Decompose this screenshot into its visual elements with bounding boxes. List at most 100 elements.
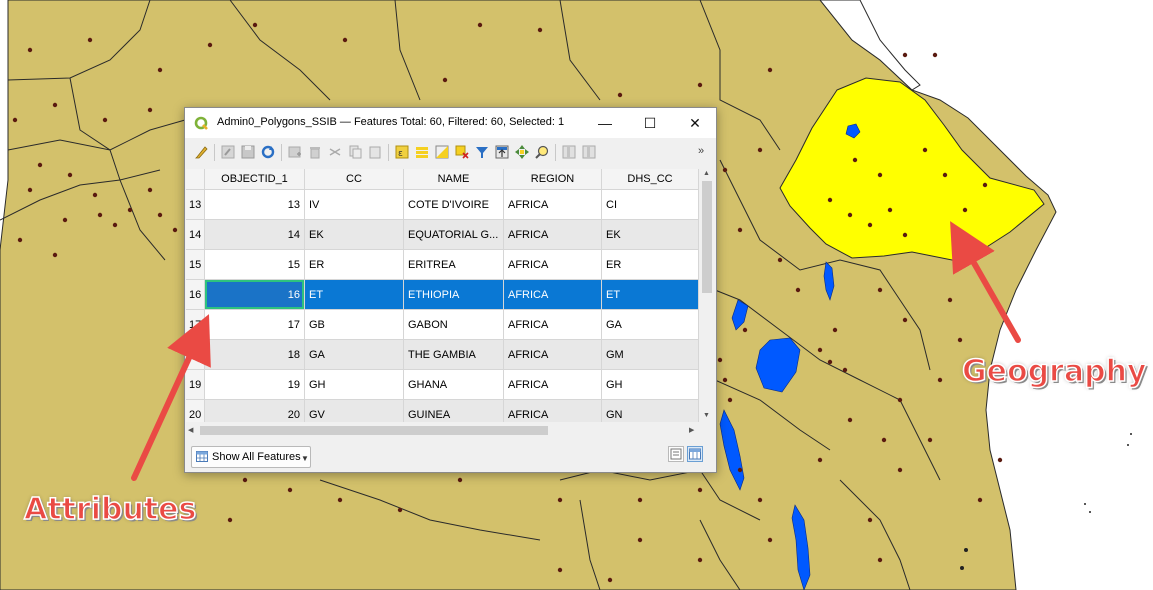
cell-region[interactable]: AFRICA [504, 310, 602, 340]
cell-cc[interactable]: GA [305, 340, 404, 370]
cell-region[interactable]: AFRICA [504, 220, 602, 250]
expression-select-icon[interactable]: ε [395, 145, 409, 159]
row-number[interactable]: 16 [186, 280, 205, 310]
delete-feature-icon[interactable] [308, 145, 322, 159]
row-number[interactable]: 17 [186, 310, 205, 340]
row-number[interactable]: 19 [186, 370, 205, 400]
cell-region[interactable]: AFRICA [504, 190, 602, 220]
column-header-cc[interactable]: CC [305, 169, 404, 190]
table-view-button[interactable] [687, 446, 703, 462]
point-feature [947, 297, 953, 303]
column-header-dhs-cc[interactable]: DHS_CC [602, 169, 699, 190]
cell-objectid[interactable]: 18 [205, 340, 305, 370]
table-row[interactable]: 13 13 IV COTE D'IVOIRE AFRICA CI [186, 190, 699, 220]
cell-objectid[interactable]: 16 [205, 280, 305, 310]
cell-name[interactable]: THE GAMBIA [404, 340, 504, 370]
column-header-name[interactable]: NAME [404, 169, 504, 190]
maximize-button[interactable]: ☐ [630, 110, 670, 136]
attribute-table-window[interactable]: Admin0_Polygons_SSIB — Features Total: 6… [184, 107, 717, 473]
cell-cc[interactable]: EK [305, 220, 404, 250]
cell-objectid[interactable]: 13 [205, 190, 305, 220]
horizontal-scroll-thumb[interactable] [200, 426, 548, 435]
row-number[interactable]: 20 [186, 400, 205, 422]
cell-objectid[interactable]: 14 [205, 220, 305, 250]
toggle-editing-icon[interactable] [194, 145, 208, 159]
row-number[interactable]: 14 [186, 220, 205, 250]
save-edits-icon[interactable] [241, 145, 255, 159]
cell-name[interactable]: COTE D'IVOIRE [404, 190, 504, 220]
table-row[interactable]: 18 18 GA THE GAMBIA AFRICA GM [186, 340, 699, 370]
horizontal-scrollbar[interactable]: ◀ ▶ [186, 424, 699, 437]
cell-cc[interactable]: IV [305, 190, 404, 220]
cell-name[interactable]: ERITREA [404, 250, 504, 280]
form-view-button[interactable] [668, 446, 684, 462]
toolbar-overflow-button[interactable]: » [698, 145, 704, 157]
filter-icon[interactable] [475, 145, 489, 159]
paste-icon[interactable] [368, 145, 382, 159]
cell-objectid[interactable]: 15 [205, 250, 305, 280]
title-bar[interactable]: Admin0_Polygons_SSIB — Features Total: 6… [185, 108, 716, 138]
cell-dhs-cc[interactable]: CI [602, 190, 699, 220]
table-row[interactable]: 20 20 GV GUINEA AFRICA GN [186, 400, 699, 422]
cell-cc[interactable]: ER [305, 250, 404, 280]
move-selection-top-icon[interactable] [495, 145, 509, 159]
cell-dhs-cc[interactable]: GN [602, 400, 699, 422]
cell-region[interactable]: AFRICA [504, 340, 602, 370]
minimize-button[interactable]: — [585, 110, 625, 136]
cell-dhs-cc[interactable]: GM [602, 340, 699, 370]
scroll-right-icon[interactable]: ▶ [689, 426, 694, 434]
cell-objectid[interactable]: 19 [205, 370, 305, 400]
cell-region[interactable]: AFRICA [504, 370, 602, 400]
cell-objectid[interactable]: 20 [205, 400, 305, 422]
table-row[interactable]: 19 19 GH GHANA AFRICA GH [186, 370, 699, 400]
row-number[interactable]: 13 [186, 190, 205, 220]
cell-region[interactable]: AFRICA [504, 280, 602, 310]
cell-name[interactable]: GHANA [404, 370, 504, 400]
table-row[interactable]: 15 15 ER ERITREA AFRICA ER [186, 250, 699, 280]
cell-cc[interactable]: GH [305, 370, 404, 400]
reload-icon[interactable] [261, 145, 275, 159]
table-row-selected[interactable]: 16 16 ET ETHIOPIA AFRICA ET [186, 280, 699, 310]
column-header-objectid[interactable]: OBJECTID_1 [205, 169, 305, 190]
zoom-to-selection-icon[interactable] [535, 145, 549, 159]
cell-name[interactable]: GABON [404, 310, 504, 340]
table-row[interactable]: 14 14 EK EQUATORIAL G... AFRICA EK [186, 220, 699, 250]
cell-region[interactable]: AFRICA [504, 250, 602, 280]
cell-region[interactable]: AFRICA [504, 400, 602, 422]
cell-dhs-cc[interactable]: GH [602, 370, 699, 400]
cell-dhs-cc[interactable]: ET [602, 280, 699, 310]
delete-field-icon[interactable] [582, 145, 596, 159]
select-all-icon[interactable] [415, 145, 429, 159]
scroll-left-icon[interactable]: ◀ [188, 426, 193, 434]
cell-dhs-cc[interactable]: ER [602, 250, 699, 280]
cell-dhs-cc[interactable]: EK [602, 220, 699, 250]
cell-name[interactable]: ETHIOPIA [404, 280, 504, 310]
cell-cc[interactable]: GV [305, 400, 404, 422]
table-row[interactable]: 17 17 GB GABON AFRICA GA [186, 310, 699, 340]
pan-to-selection-icon[interactable] [515, 145, 529, 159]
cell-dhs-cc[interactable]: GA [602, 310, 699, 340]
deselect-all-icon[interactable] [455, 145, 469, 159]
attribute-grid[interactable]: OBJECTID_1 CC NAME REGION DHS_CC 13 13 I… [186, 169, 699, 422]
close-button[interactable]: ✕ [675, 110, 715, 136]
cell-cc[interactable]: GB [305, 310, 404, 340]
multi-edit-icon[interactable] [221, 145, 235, 159]
column-header-region[interactable]: REGION [504, 169, 602, 190]
add-feature-icon[interactable] [288, 145, 302, 159]
new-field-icon[interactable] [562, 145, 576, 159]
row-number[interactable]: 15 [186, 250, 205, 280]
vertical-scrollbar[interactable]: ▲ ▼ [700, 169, 714, 422]
copy-icon[interactable] [348, 145, 362, 159]
cell-objectid[interactable]: 17 [205, 310, 305, 340]
cut-icon[interactable] [328, 145, 342, 159]
row-number[interactable]: 18 [186, 340, 205, 370]
scroll-up-icon[interactable]: ▲ [703, 170, 710, 177]
cell-cc[interactable]: ET [305, 280, 404, 310]
invert-selection-icon[interactable] [435, 145, 449, 159]
scroll-down-icon[interactable]: ▼ [703, 412, 710, 419]
cell-name[interactable]: GUINEA [404, 400, 504, 422]
show-all-features-dropdown[interactable]: Show All Features ▼ [191, 446, 311, 468]
cell-name[interactable]: EQUATORIAL G... [404, 220, 504, 250]
vertical-scroll-thumb[interactable] [702, 181, 712, 293]
corner-header[interactable] [186, 169, 205, 190]
